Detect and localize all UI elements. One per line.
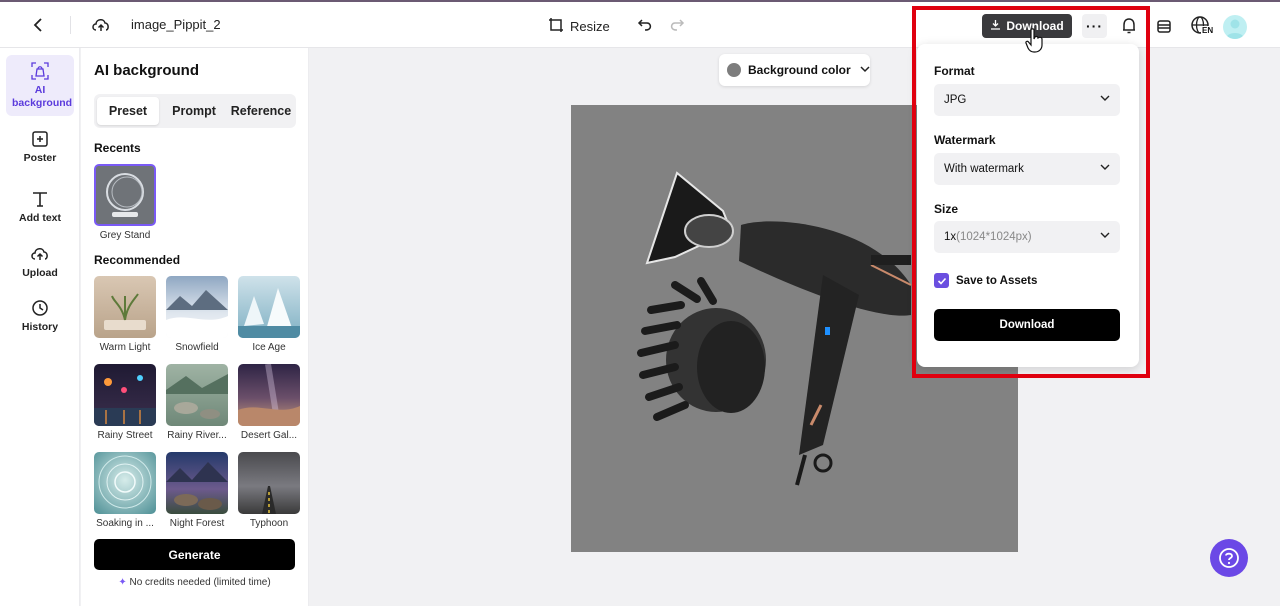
preset-thumb-desert-galaxy[interactable] xyxy=(238,364,300,426)
watermark-label: Watermark xyxy=(934,133,996,147)
thumb-label: Snowfield xyxy=(175,342,219,353)
preset-thumb-rainy-street[interactable] xyxy=(94,364,156,426)
format-label: Format xyxy=(934,64,975,78)
thumb-label: Grey Stand xyxy=(99,230,151,241)
left-nav: AI background Poster Add text Upload His… xyxy=(0,48,80,606)
credits-note: ✦ No credits needed (limited time) xyxy=(94,577,295,588)
mode-tabs: Preset Prompt Reference xyxy=(94,94,296,128)
download-label: Download xyxy=(1006,19,1064,33)
size-detail: (1024*1024px) xyxy=(956,231,1032,243)
nav-label: Upload xyxy=(22,267,58,279)
language-code: EN xyxy=(1201,26,1215,35)
top-bar: image_Pippit_20 Resize Download ··· EN xyxy=(0,0,1280,48)
preset-thumb-rainy-river[interactable] xyxy=(166,364,228,426)
cloud-sync-icon[interactable] xyxy=(90,14,112,36)
poster-icon xyxy=(30,129,50,149)
ai-background-panel: AI background Preset Prompt Reference Re… xyxy=(81,48,309,606)
preset-thumb-soaking[interactable] xyxy=(94,452,156,514)
thumb-label: Ice Age xyxy=(252,342,286,353)
chevron-down-icon xyxy=(1100,93,1110,106)
preset-thumb-grey-stand[interactable] xyxy=(94,164,156,226)
history-icon xyxy=(30,298,50,318)
download-button[interactable]: Download xyxy=(982,14,1072,38)
redo-icon[interactable] xyxy=(667,15,687,35)
color-swatch xyxy=(727,63,741,77)
thumb-label: Rainy River... xyxy=(167,430,227,441)
preset-thumb-snowfield[interactable] xyxy=(166,276,228,338)
panel-title: AI background xyxy=(94,62,200,79)
recents-label: Recents xyxy=(94,141,141,155)
preset-thumb-ice-age[interactable] xyxy=(238,276,300,338)
nav-label: Add text xyxy=(19,212,61,224)
nav-label: History xyxy=(21,321,59,333)
download-menu: Format JPG Watermark With watermark Size… xyxy=(917,44,1139,367)
thumb-label: Soaking in ... xyxy=(96,518,154,529)
undo-icon[interactable] xyxy=(635,15,655,35)
watermark-select[interactable]: With watermark xyxy=(934,153,1120,185)
preset-thumb-typhoon[interactable] xyxy=(238,452,300,514)
thumb-label: Warm Light xyxy=(99,342,151,353)
format-select[interactable]: JPG xyxy=(934,84,1120,116)
file-name[interactable]: image_Pippit_20 xyxy=(131,17,221,32)
question-icon xyxy=(1219,548,1239,568)
generate-button[interactable]: Generate xyxy=(94,539,295,570)
avatar[interactable] xyxy=(1223,15,1247,39)
nav-item-upload[interactable]: Upload xyxy=(6,244,74,279)
save-to-assets-checkbox[interactable]: Save to Assets xyxy=(934,273,1037,288)
background-color-button[interactable]: Background color xyxy=(719,54,870,86)
download-icon xyxy=(990,19,1001,33)
upload-icon xyxy=(30,244,50,264)
size-value: 1x xyxy=(944,231,957,243)
chevron-down-icon xyxy=(1100,162,1110,175)
background-color-label: Background color xyxy=(748,63,851,77)
nav-item-history[interactable]: History xyxy=(6,298,74,333)
preset-thumb-warm-light[interactable] xyxy=(94,276,156,338)
nav-item-poster[interactable]: Poster xyxy=(6,129,74,164)
resize-icon xyxy=(548,17,564,36)
thumb-label: Typhoon xyxy=(249,518,289,529)
language-selector[interactable]: EN xyxy=(1190,15,1216,37)
credits-text: No credits needed (limited time) xyxy=(129,577,271,588)
confirm-download-button[interactable]: Download xyxy=(934,309,1120,341)
chevron-down-icon xyxy=(860,63,870,77)
resize-label: Resize xyxy=(570,18,610,34)
nav-item-ai-background[interactable]: AI background xyxy=(6,55,74,116)
format-value: JPG xyxy=(944,94,967,106)
nav-label: AI background xyxy=(12,84,73,109)
help-button[interactable] xyxy=(1210,539,1248,577)
nav-item-add-text[interactable]: Add text xyxy=(6,189,74,224)
text-icon xyxy=(30,189,50,209)
more-options-button[interactable]: ··· xyxy=(1082,14,1107,38)
save-to-assets-label: Save to Assets xyxy=(956,274,1038,287)
watermark-value: With watermark xyxy=(944,163,1024,175)
tab-prompt[interactable]: Prompt xyxy=(162,97,226,125)
checkmark-icon xyxy=(934,273,949,288)
tab-preset[interactable]: Preset xyxy=(97,97,159,125)
layers-icon[interactable] xyxy=(1153,15,1175,37)
nav-label: Poster xyxy=(23,152,57,164)
tab-reference[interactable]: Reference xyxy=(228,97,294,125)
recommended-label: Recommended xyxy=(94,253,181,267)
thumb-label: Desert Gal... xyxy=(240,430,298,441)
divider xyxy=(70,16,71,34)
back-icon[interactable] xyxy=(28,14,50,36)
preset-thumb-night-forest[interactable] xyxy=(166,452,228,514)
ai-background-icon xyxy=(30,61,50,81)
resize-button[interactable]: Resize xyxy=(548,14,610,38)
sparkle-icon: ✦ xyxy=(118,577,127,588)
bell-icon[interactable] xyxy=(1118,15,1140,37)
chevron-down-icon xyxy=(1100,230,1110,243)
thumb-label: Night Forest xyxy=(169,518,225,529)
size-label: Size xyxy=(934,202,959,216)
size-select[interactable]: 1x (1024*1024px) xyxy=(934,221,1120,253)
thumb-label: Rainy Street xyxy=(97,430,153,441)
